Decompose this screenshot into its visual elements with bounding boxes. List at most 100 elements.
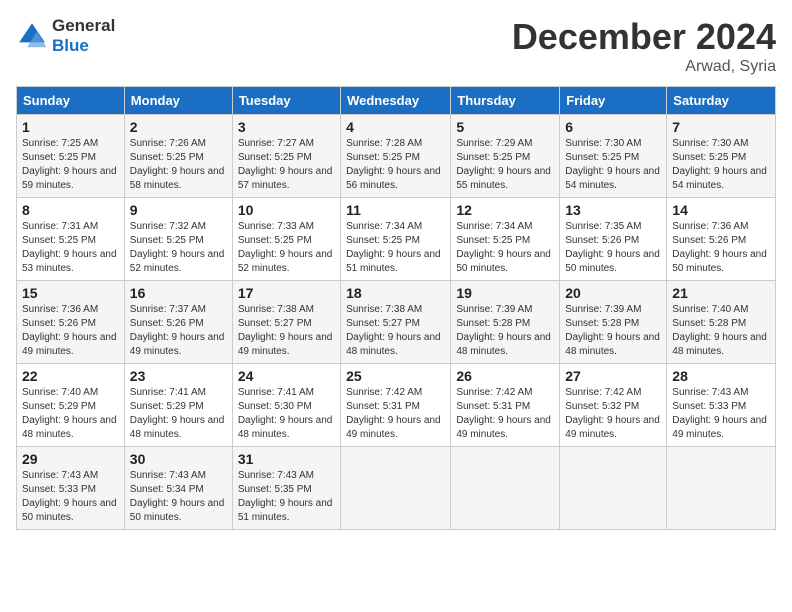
day-info: Sunrise: 7:32 AMSunset: 5:25 PMDaylight:… <box>130 221 225 274</box>
day-number: 26 <box>456 368 554 384</box>
day-number: 27 <box>565 368 661 384</box>
day-info: Sunrise: 7:40 AMSunset: 5:28 PMDaylight:… <box>672 304 767 357</box>
day-info: Sunrise: 7:37 AMSunset: 5:26 PMDaylight:… <box>130 304 225 357</box>
day-info: Sunrise: 7:28 AMSunset: 5:25 PMDaylight:… <box>346 138 441 191</box>
header-wednesday: Wednesday <box>341 87 451 115</box>
day-number: 16 <box>130 285 227 301</box>
day-cell: 12 Sunrise: 7:34 AMSunset: 5:25 PMDayligh… <box>451 198 560 281</box>
day-cell: 29 Sunrise: 7:43 AMSunset: 5:33 PMDayligh… <box>17 447 125 530</box>
day-number: 24 <box>238 368 335 384</box>
day-number: 6 <box>565 119 661 135</box>
day-number: 13 <box>565 202 661 218</box>
day-number: 23 <box>130 368 227 384</box>
day-cell <box>667 447 776 530</box>
header-monday: Monday <box>124 87 232 115</box>
day-cell <box>341 447 451 530</box>
day-number: 11 <box>346 202 445 218</box>
day-cell: 19 Sunrise: 7:39 AMSunset: 5:28 PMDayligh… <box>451 281 560 364</box>
day-number: 28 <box>672 368 770 384</box>
location: Arwad, Syria <box>512 58 776 76</box>
day-info: Sunrise: 7:33 AMSunset: 5:25 PMDaylight:… <box>238 221 333 274</box>
day-cell: 28 Sunrise: 7:43 AMSunset: 5:33 PMDayligh… <box>667 364 776 447</box>
week-row-4: 22 Sunrise: 7:40 AMSunset: 5:29 PMDayligh… <box>17 364 776 447</box>
day-info: Sunrise: 7:38 AMSunset: 5:27 PMDaylight:… <box>346 304 441 357</box>
day-cell: 2Sunrise: 7:26 AMSunset: 5:25 PMDaylight… <box>124 115 232 198</box>
day-info: Sunrise: 7:43 AMSunset: 5:34 PMDaylight:… <box>130 470 225 523</box>
logo-icon <box>16 20 48 52</box>
day-number: 3 <box>238 119 335 135</box>
day-number: 31 <box>238 451 335 467</box>
week-row-5: 29 Sunrise: 7:43 AMSunset: 5:33 PMDayligh… <box>17 447 776 530</box>
day-cell: 11 Sunrise: 7:34 AMSunset: 5:25 PMDayligh… <box>341 198 451 281</box>
day-cell: 15 Sunrise: 7:36 AMSunset: 5:26 PMDayligh… <box>17 281 125 364</box>
day-info: Sunrise: 7:35 AMSunset: 5:26 PMDaylight:… <box>565 221 660 274</box>
day-cell: 18 Sunrise: 7:38 AMSunset: 5:27 PMDayligh… <box>341 281 451 364</box>
day-cell: 27 Sunrise: 7:42 AMSunset: 5:32 PMDayligh… <box>560 364 667 447</box>
day-number: 12 <box>456 202 554 218</box>
day-cell: 22 Sunrise: 7:40 AMSunset: 5:29 PMDayligh… <box>17 364 125 447</box>
day-info: Sunrise: 7:30 AMSunset: 5:25 PMDaylight:… <box>672 138 767 191</box>
day-info: Sunrise: 7:42 AMSunset: 5:32 PMDaylight:… <box>565 387 660 440</box>
header-thursday: Thursday <box>451 87 560 115</box>
day-info: Sunrise: 7:30 AMSunset: 5:25 PMDaylight:… <box>565 138 660 191</box>
day-info: Sunrise: 7:43 AMSunset: 5:35 PMDaylight:… <box>238 470 333 523</box>
day-cell: 5Sunrise: 7:29 AMSunset: 5:25 PMDaylight… <box>451 115 560 198</box>
day-cell: 1Sunrise: 7:25 AMSunset: 5:25 PMDaylight… <box>17 115 125 198</box>
day-cell: 20Sunrise: 7:39 AMSunset: 5:28 PMDayligh… <box>560 281 667 364</box>
day-info: Sunrise: 7:36 AMSunset: 5:26 PMDaylight:… <box>672 221 767 274</box>
day-info: Sunrise: 7:38 AMSunset: 5:27 PMDaylight:… <box>238 304 333 357</box>
page-header: General Blue December 2024 Arwad, Syria <box>16 16 776 76</box>
day-cell: 9 Sunrise: 7:32 AMSunset: 5:25 PMDaylight… <box>124 198 232 281</box>
day-info: Sunrise: 7:39 AMSunset: 5:28 PMDaylight:… <box>565 304 660 357</box>
week-row-2: 8Sunrise: 7:31 AMSunset: 5:25 PMDaylight… <box>17 198 776 281</box>
day-number: 22 <box>22 368 119 384</box>
title-block: December 2024 Arwad, Syria <box>512 16 776 76</box>
logo: General Blue <box>16 16 115 56</box>
day-number: 4 <box>346 119 445 135</box>
day-info: Sunrise: 7:39 AMSunset: 5:28 PMDaylight:… <box>456 304 551 357</box>
day-info: Sunrise: 7:42 AMSunset: 5:31 PMDaylight:… <box>456 387 551 440</box>
day-cell: 23 Sunrise: 7:41 AMSunset: 5:29 PMDayligh… <box>124 364 232 447</box>
day-number: 9 <box>130 202 227 218</box>
day-cell: 17 Sunrise: 7:38 AMSunset: 5:27 PMDayligh… <box>232 281 340 364</box>
header-row: SundayMondayTuesdayWednesdayThursdayFrid… <box>17 87 776 115</box>
day-info: Sunrise: 7:34 AMSunset: 5:25 PMDaylight:… <box>456 221 551 274</box>
day-number: 30 <box>130 451 227 467</box>
day-number: 17 <box>238 285 335 301</box>
month-title: December 2024 <box>512 16 776 58</box>
logo-text: General Blue <box>52 16 115 56</box>
day-number: 10 <box>238 202 335 218</box>
day-info: Sunrise: 7:34 AMSunset: 5:25 PMDaylight:… <box>346 221 441 274</box>
day-info: Sunrise: 7:43 AMSunset: 5:33 PMDaylight:… <box>22 470 117 523</box>
day-cell: 31 Sunrise: 7:43 AMSunset: 5:35 PMDayligh… <box>232 447 340 530</box>
header-tuesday: Tuesday <box>232 87 340 115</box>
day-number: 19 <box>456 285 554 301</box>
day-number: 18 <box>346 285 445 301</box>
day-cell: 25 Sunrise: 7:42 AMSunset: 5:31 PMDayligh… <box>341 364 451 447</box>
day-cell: 13 Sunrise: 7:35 AMSunset: 5:26 PMDayligh… <box>560 198 667 281</box>
header-saturday: Saturday <box>667 87 776 115</box>
day-cell <box>560 447 667 530</box>
day-info: Sunrise: 7:43 AMSunset: 5:33 PMDaylight:… <box>672 387 767 440</box>
day-info: Sunrise: 7:41 AMSunset: 5:29 PMDaylight:… <box>130 387 225 440</box>
day-number: 25 <box>346 368 445 384</box>
day-cell: 7 Sunrise: 7:30 AMSunset: 5:25 PMDaylight… <box>667 115 776 198</box>
day-info: Sunrise: 7:42 AMSunset: 5:31 PMDaylight:… <box>346 387 441 440</box>
day-info: Sunrise: 7:25 AMSunset: 5:25 PMDaylight:… <box>22 138 117 191</box>
day-cell: 10 Sunrise: 7:33 AMSunset: 5:25 PMDayligh… <box>232 198 340 281</box>
day-info: Sunrise: 7:40 AMSunset: 5:29 PMDaylight:… <box>22 387 117 440</box>
day-cell: 3Sunrise: 7:27 AMSunset: 5:25 PMDaylight… <box>232 115 340 198</box>
day-info: Sunrise: 7:41 AMSunset: 5:30 PMDaylight:… <box>238 387 333 440</box>
day-cell: 16 Sunrise: 7:37 AMSunset: 5:26 PMDayligh… <box>124 281 232 364</box>
day-number: 2 <box>130 119 227 135</box>
day-cell: 14Sunrise: 7:36 AMSunset: 5:26 PMDayligh… <box>667 198 776 281</box>
day-cell: 24 Sunrise: 7:41 AMSunset: 5:30 PMDayligh… <box>232 364 340 447</box>
day-cell: 8Sunrise: 7:31 AMSunset: 5:25 PMDaylight… <box>17 198 125 281</box>
day-number: 21 <box>672 285 770 301</box>
day-info: Sunrise: 7:36 AMSunset: 5:26 PMDaylight:… <box>22 304 117 357</box>
day-number: 7 <box>672 119 770 135</box>
day-number: 29 <box>22 451 119 467</box>
day-cell: 30 Sunrise: 7:43 AMSunset: 5:34 PMDayligh… <box>124 447 232 530</box>
day-number: 5 <box>456 119 554 135</box>
day-number: 15 <box>22 285 119 301</box>
